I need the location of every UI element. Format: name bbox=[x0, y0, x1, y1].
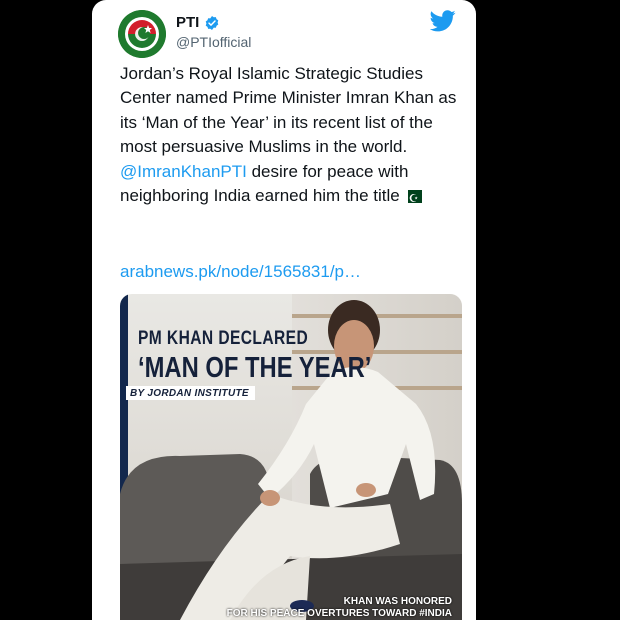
caption-line2: FOR HIS PEACE OVERTURES TOWARD #INDIA bbox=[226, 608, 452, 619]
caption-line1: KHAN WAS HONORED bbox=[343, 596, 452, 607]
tweet-card[interactable]: PTI @PTIofficial Jordan’s Royal Islamic … bbox=[92, 0, 476, 620]
avatar[interactable] bbox=[118, 10, 166, 58]
mention-link[interactable]: @ImranKhanPTI bbox=[120, 162, 247, 181]
article-link[interactable]: arabnews.pk/node/1565831/p… bbox=[120, 262, 361, 282]
media-byline: BY JORDAN INSTITUTE bbox=[126, 386, 255, 400]
pti-logo-icon bbox=[118, 10, 166, 58]
media-title-line1: PM KHAN DECLARED bbox=[138, 328, 309, 349]
media-caption: KHAN WAS HONORED FOR HIS PEACE OVERTURES… bbox=[227, 596, 452, 620]
display-name[interactable]: PTI bbox=[176, 14, 199, 31]
media-title-line2: ‘MAN OF THE YEAR’ bbox=[138, 352, 372, 384]
tweet-text: Jordan’s Royal Islamic Strategic Studies… bbox=[120, 62, 458, 211]
author-names: PTI @PTIofficial bbox=[176, 14, 251, 50]
tweet-text-part1: Jordan’s Royal Islamic Strategic Studies… bbox=[120, 64, 457, 157]
twitter-bird-icon[interactable] bbox=[430, 10, 456, 32]
pakistan-flag-icon bbox=[403, 187, 422, 211]
media-image[interactable]: PM KHAN DECLARED ‘MAN OF THE YEAR’ BY JO… bbox=[120, 294, 462, 620]
media-headline: PM KHAN DECLARED ‘MAN OF THE YEAR’ bbox=[138, 328, 371, 385]
handle[interactable]: @PTIofficial bbox=[176, 34, 251, 50]
verified-badge-icon bbox=[206, 15, 219, 30]
tweet-header: PTI @PTIofficial bbox=[118, 10, 456, 58]
